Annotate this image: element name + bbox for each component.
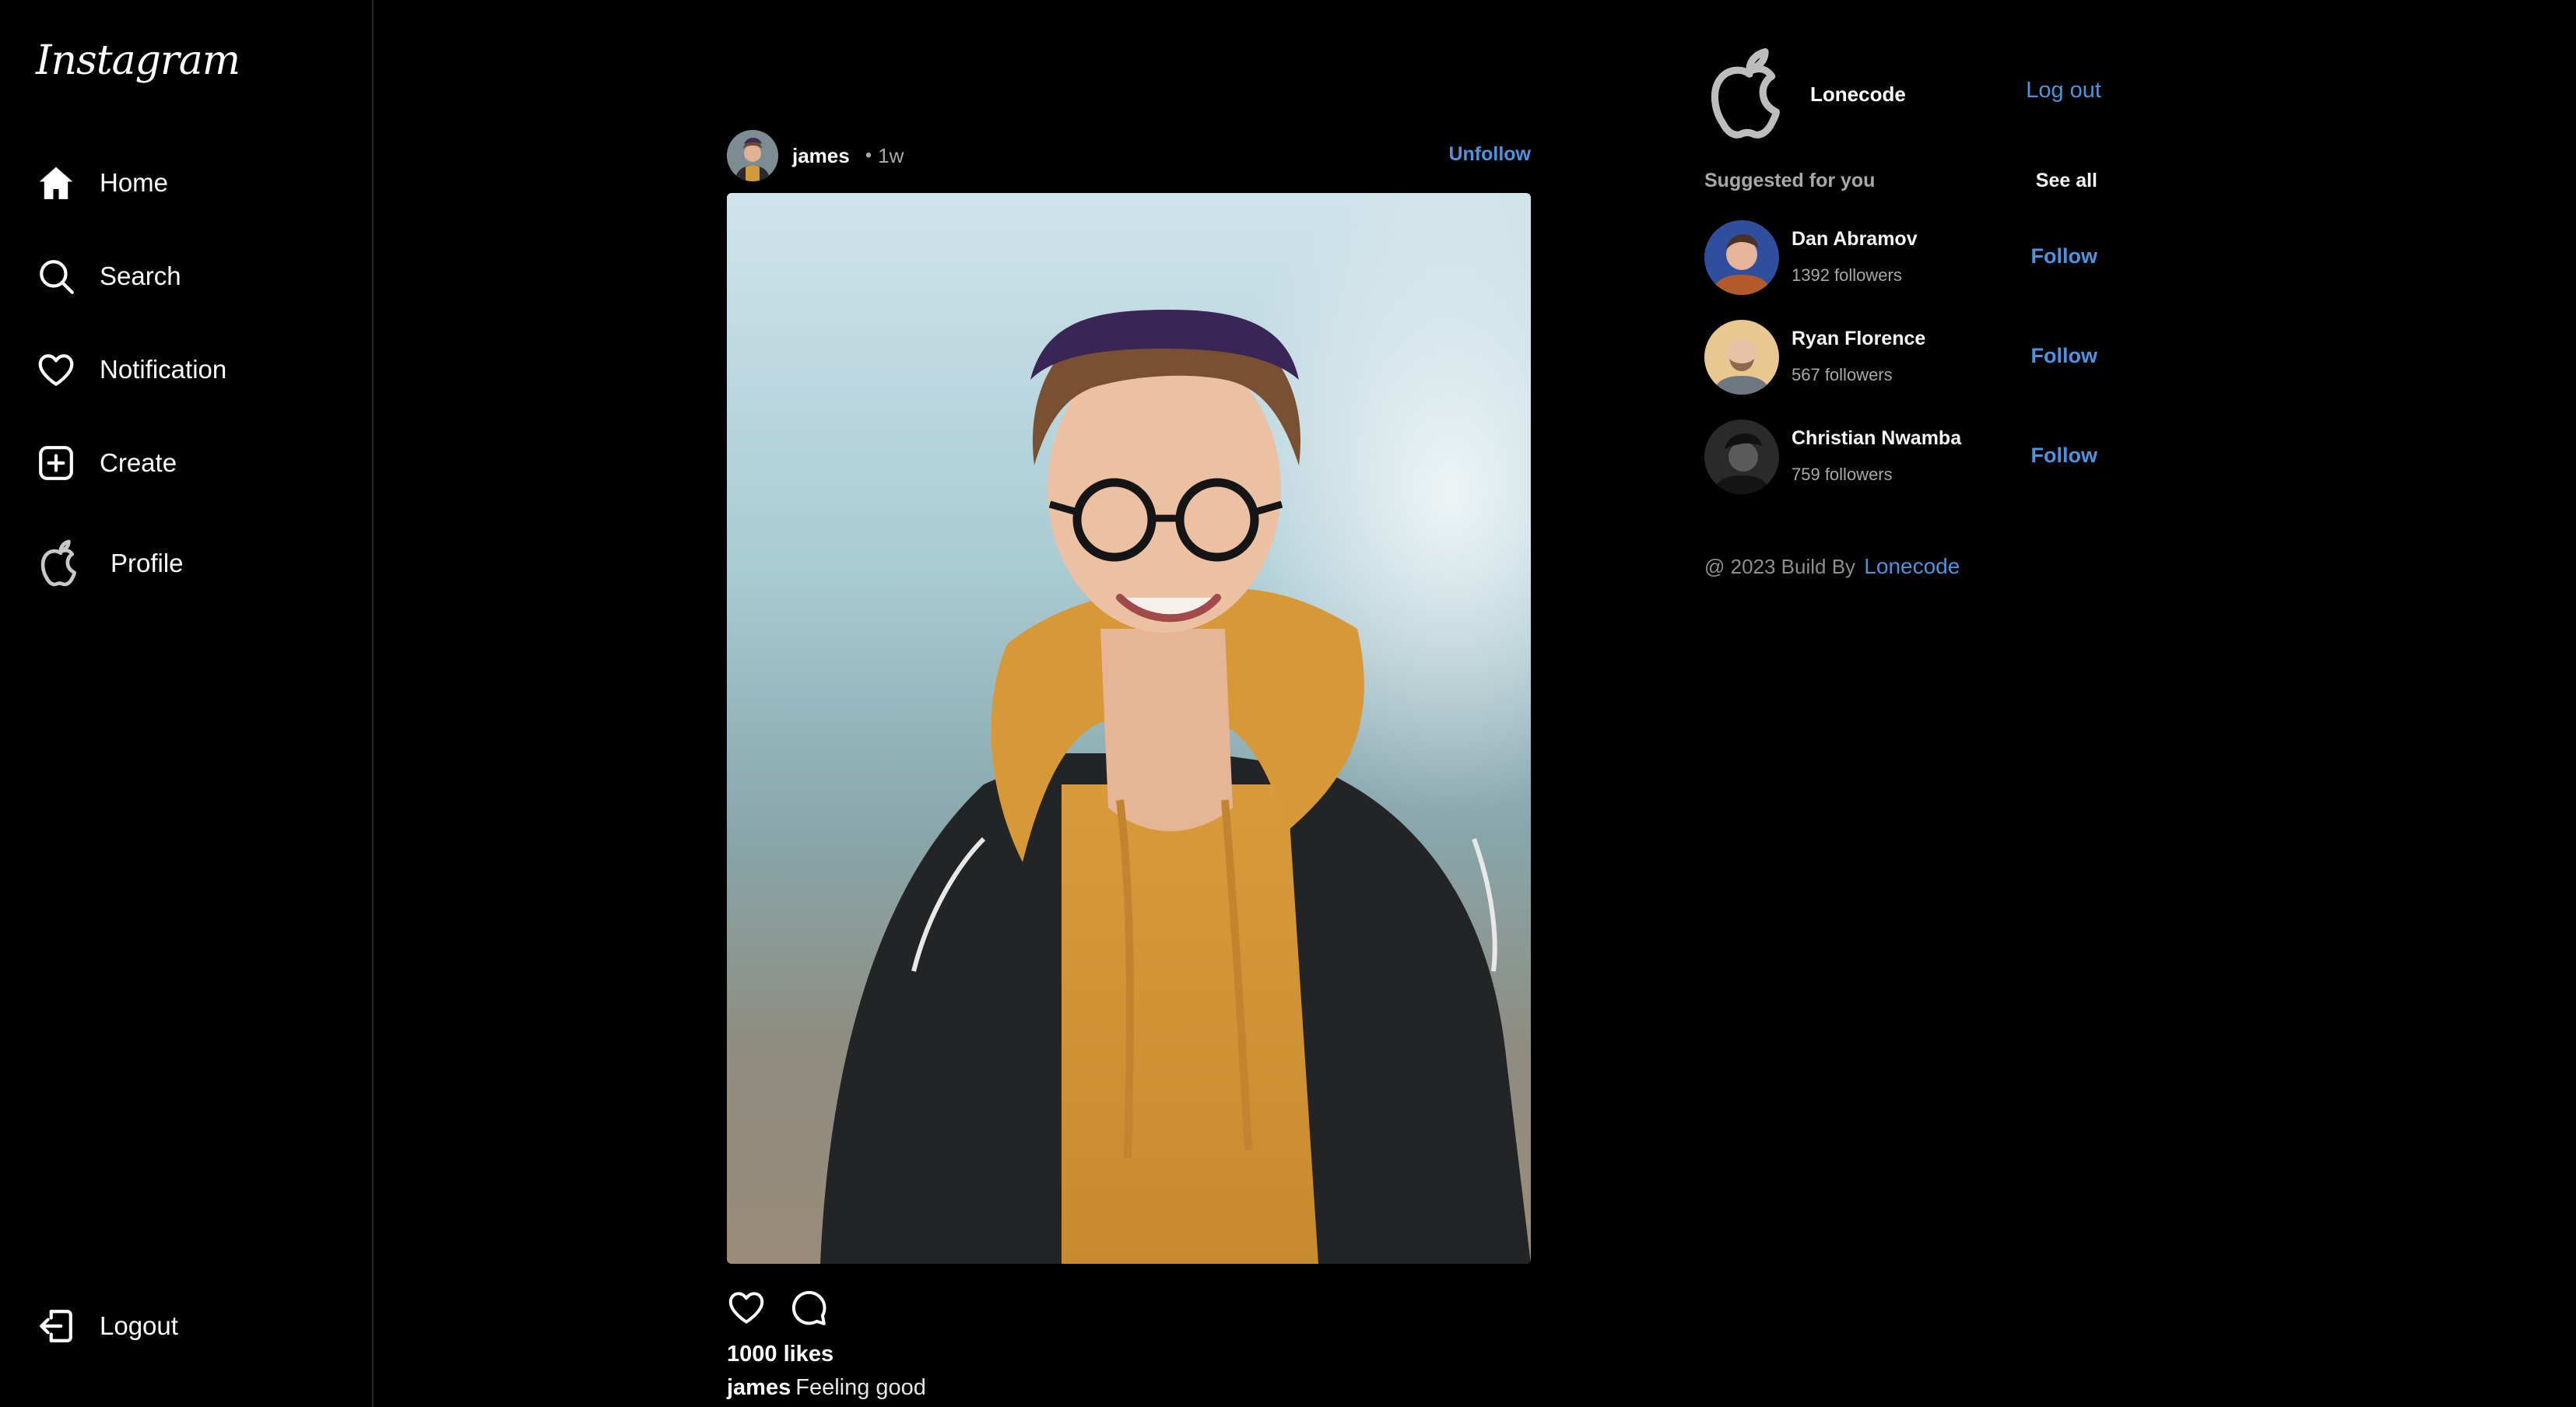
logout-link[interactable]: Log out <box>2026 78 2101 104</box>
suggestion-item: Ryan Florence 567 followers Follow <box>1704 320 2097 396</box>
apple-logo-icon <box>36 539 86 588</box>
sidebar-item-notification[interactable]: Notification <box>36 345 226 395</box>
plus-square-icon <box>36 443 76 483</box>
post-photo[interactable] <box>727 193 1531 1264</box>
footer-credit: @ 2023 Build By Lonecode <box>1704 554 1960 579</box>
right-panel: Lonecode Log out Suggested for you See a… <box>1704 0 2101 623</box>
home-icon <box>36 163 76 203</box>
sidebar-item-label: Home <box>100 168 169 197</box>
follow-button[interactable]: Follow <box>2031 344 2097 368</box>
instagram-logo[interactable]: Instagram <box>36 37 240 84</box>
suggestion-avatar[interactable] <box>1704 320 1779 395</box>
footer-text: @ 2023 Build By <box>1704 555 1856 578</box>
suggestion-item: Dan Abramov 1392 followers Follow <box>1704 220 2097 296</box>
sidebar-item-search[interactable]: Search <box>36 251 181 301</box>
search-icon <box>36 256 76 296</box>
sidebar: Instagram Home Search Notification Creat… <box>0 0 374 1407</box>
sidebar-item-create[interactable]: Create <box>36 438 177 488</box>
caption-text: Feeling good <box>795 1375 926 1400</box>
suggestion-followers: 1392 followers <box>1792 265 1902 285</box>
footer-link[interactable]: Lonecode <box>1864 554 1960 578</box>
post-caption: james Feeling good <box>727 1375 1531 1401</box>
sidebar-item-label: Search <box>100 261 181 290</box>
caption-username[interactable]: james <box>727 1375 791 1400</box>
sidebar-logout[interactable]: Logout <box>36 1301 178 1351</box>
sidebar-item-home[interactable]: Home <box>36 158 168 208</box>
follow-button[interactable]: Follow <box>2031 244 2097 268</box>
separator-dot: • <box>865 145 872 166</box>
post-author-username[interactable]: james <box>792 144 850 168</box>
sidebar-item-label: Create <box>100 448 177 477</box>
apple-logo-icon[interactable] <box>1704 45 1795 143</box>
suggestions-header: Suggested for you See all <box>1704 170 2097 198</box>
logout-label: Logout <box>100 1311 178 1340</box>
heart-icon <box>36 349 76 390</box>
comment-icon[interactable] <box>789 1288 828 1327</box>
logout-icon <box>36 1306 76 1346</box>
suggestions-title: Suggested for you <box>1704 170 1876 191</box>
app-root: Instagram Home Search Notification Creat… <box>0 0 2576 1407</box>
suggestion-followers: 759 followers <box>1792 465 1893 484</box>
suggestion-avatar[interactable] <box>1704 220 1779 295</box>
sidebar-item-label: Profile <box>111 549 184 577</box>
see-all-link[interactable]: See all <box>2036 170 2097 192</box>
suggestion-name[interactable]: Ryan Florence <box>1792 328 1925 350</box>
unfollow-button[interactable]: Unfollow <box>1448 143 1531 166</box>
suggestion-avatar[interactable] <box>1704 419 1779 494</box>
follow-button[interactable]: Follow <box>2031 444 2097 468</box>
suggestion-followers: 567 followers <box>1792 365 1893 384</box>
heart-outline-icon[interactable] <box>727 1288 766 1327</box>
suggestion-item: Christian Nwamba 759 followers Follow <box>1704 419 2097 496</box>
post-author-avatar[interactable] <box>727 130 778 181</box>
suggestion-name[interactable]: Dan Abramov <box>1792 228 1918 251</box>
current-username[interactable]: Lonecode <box>1810 82 1906 107</box>
sidebar-item-profile[interactable]: Profile <box>36 539 184 588</box>
post-timestamp: 1w <box>878 143 904 167</box>
post-header: james • 1w Unfollow <box>727 128 1531 184</box>
like-count: 1000 likes <box>727 1342 834 1367</box>
post-actions <box>727 1287 1531 1328</box>
feed-post: james • 1w Unfollow 1000 likes james Fee… <box>727 128 1531 1401</box>
suggestion-name[interactable]: Christian Nwamba <box>1792 427 1961 450</box>
sidebar-item-label: Notification <box>100 355 227 384</box>
